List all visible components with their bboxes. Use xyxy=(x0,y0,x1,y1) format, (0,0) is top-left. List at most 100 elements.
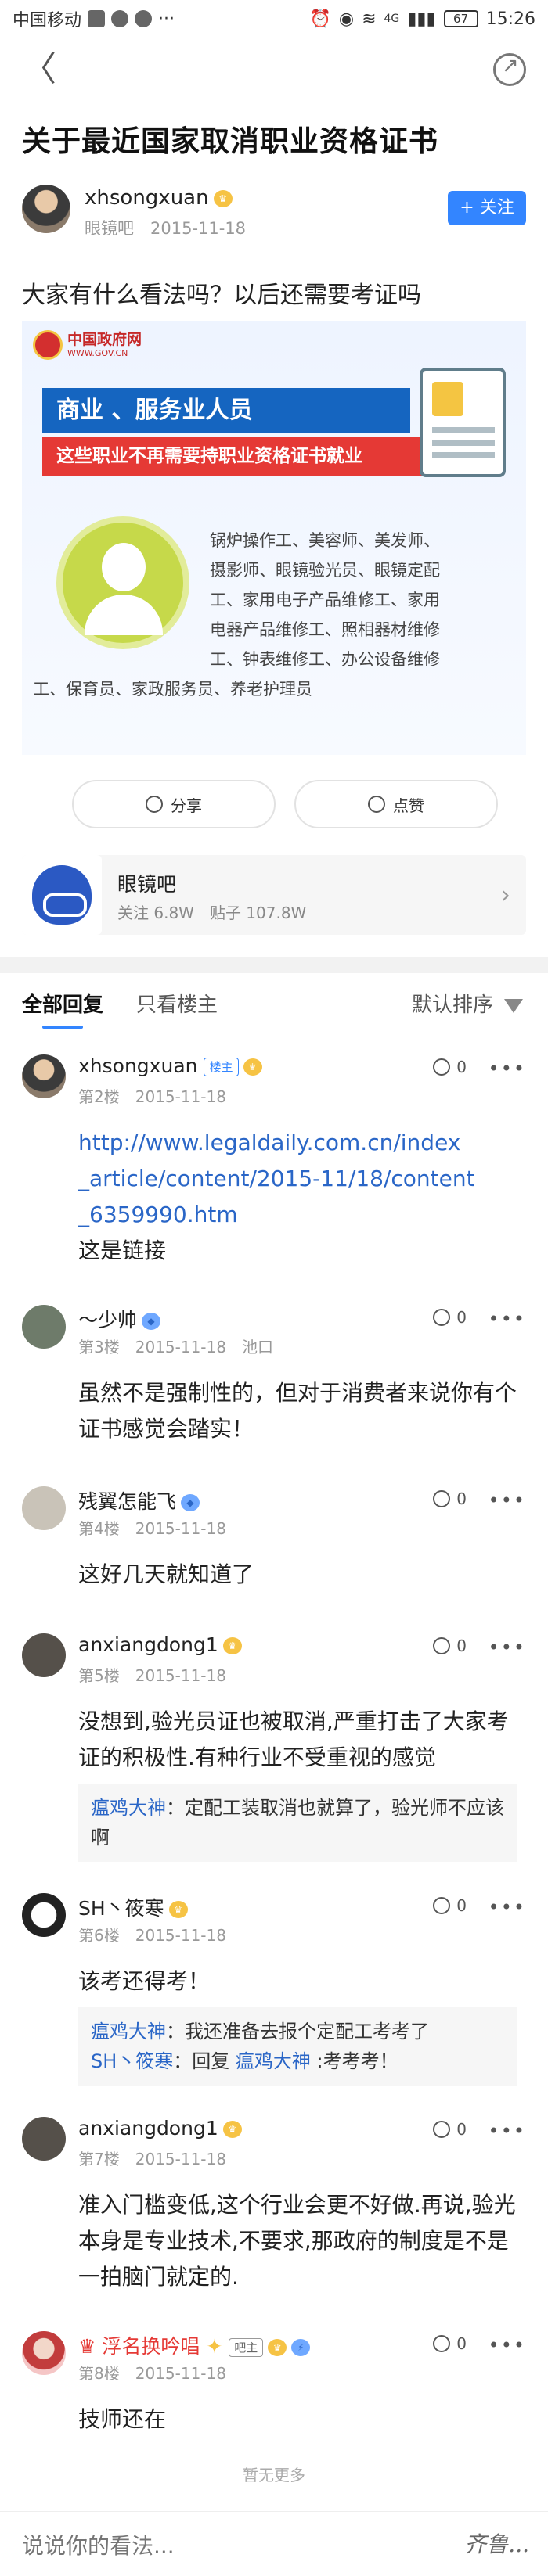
reply-author[interactable]: SH丶筱寒 ♛ xyxy=(78,1893,188,1921)
more-icon[interactable]: ••• xyxy=(489,1896,526,1918)
reply-text: 没想到,验光员证也被取消,严重打击了大家考证的积极性.有种行业不受重视的感觉 xyxy=(78,1708,509,1770)
like-icon xyxy=(433,2121,451,2138)
gov-logo: 中国政府网 WWW.GOV.CN xyxy=(33,330,142,360)
sub-reply-user[interactable]: SH丶筱寒 xyxy=(91,2050,173,2072)
forum-card[interactable]: 眼镜吧 关注 6.8W 贴子 107.8W › xyxy=(22,855,526,935)
more-icon[interactable]: ••• xyxy=(489,1308,526,1330)
avatar[interactable] xyxy=(22,1893,66,1937)
tab-op-only[interactable]: 只看楼主 xyxy=(136,989,218,1018)
reply-text: 技师还在 xyxy=(78,2406,167,2432)
status-bar: 中国移动 ··· ⏰ ◉ ≋ 4G ▮▮▮ 67 15:26 xyxy=(0,0,548,38)
level-badge-icon: ◆ xyxy=(142,1313,161,1330)
more-icon[interactable]: ••• xyxy=(489,1636,526,1658)
like-icon xyxy=(433,2335,451,2352)
sub-reply[interactable]: 瘟鸡大神：我还准备去报个定配工考考了 xyxy=(91,2017,504,2046)
clock: 15:26 xyxy=(485,9,535,29)
app-icon xyxy=(135,10,153,27)
reply-like-button[interactable]: 0 xyxy=(433,1058,467,1076)
reply-author[interactable]: xhsongxuan 楼主 ♛ xyxy=(78,1054,262,1077)
post-author: xhsongxuan ♛ 眼镜吧 2015-11-18 + 关注 xyxy=(22,185,526,241)
sub-reply-list[interactable]: 瘟鸡大神：我还准备去报个定配工考考了 SH丶筱寒：回复 瘟鸡大神 :考考考！ xyxy=(78,2007,517,2086)
avatar[interactable] xyxy=(22,1305,66,1349)
sparkle-icon: ✦ xyxy=(206,2335,223,2358)
reply-meta: 第6楼 2015-11-18 xyxy=(78,1926,226,1945)
moderator-tag: 吧主 xyxy=(229,2338,264,2357)
avatar[interactable] xyxy=(22,1486,66,1530)
more-icon[interactable]: ••• xyxy=(489,1058,526,1080)
avatar[interactable] xyxy=(22,1054,66,1098)
like-icon xyxy=(433,1637,451,1654)
more-icon[interactable]: ••• xyxy=(489,2120,526,2142)
reply-like-button[interactable]: 0 xyxy=(433,1489,467,1508)
back-icon[interactable]: 〈 xyxy=(22,52,56,87)
comment-input[interactable] xyxy=(22,2526,429,2565)
vip-badge-icon: ⚡ xyxy=(291,2339,311,2356)
sort-dropdown[interactable]: 默认排序 xyxy=(412,989,523,1018)
sub-reply-user[interactable]: 瘟鸡大神 xyxy=(91,2021,166,2042)
like-button[interactable]: 点赞 xyxy=(294,780,498,828)
reply-like-button[interactable]: 0 xyxy=(433,1636,467,1655)
reply-like-button[interactable]: 0 xyxy=(433,1896,467,1915)
bottom-bar: 齐鲁... xyxy=(0,2511,548,2576)
reply-like-button[interactable]: 0 xyxy=(433,2334,467,2353)
post-text: 大家有什么看法吗？以后还需要考证吗 xyxy=(22,282,421,309)
like-icon xyxy=(433,1309,451,1326)
reply-author[interactable]: anxiangdong1 ♛ xyxy=(78,2117,242,2139)
message-icon xyxy=(111,10,129,27)
share-button[interactable]: 分享 xyxy=(72,780,276,828)
reply-tabs: 全部回复 只看楼主 默认排序 xyxy=(0,973,548,1037)
level-badge-icon: ♛ xyxy=(268,2339,287,2356)
reply-meta: 第3楼 2015-11-18 池口 xyxy=(78,1338,273,1356)
avatar[interactable] xyxy=(22,1633,66,1677)
avatar[interactable] xyxy=(22,2117,66,2161)
share-icon xyxy=(146,796,163,813)
certificate-icon xyxy=(420,368,506,477)
gov-site-name: 中国政府网 xyxy=(67,331,142,349)
carrier-label: 中国移动 xyxy=(13,11,82,31)
like-icon xyxy=(433,1490,451,1507)
avatar[interactable] xyxy=(22,2331,66,2375)
chevron-right-icon: › xyxy=(501,882,510,909)
banner-headline: 商业 、服务业人员 xyxy=(42,388,410,433)
avatar[interactable] xyxy=(22,185,70,233)
more-icon[interactable]: ••• xyxy=(489,2334,526,2356)
level-badge-icon: ♛ xyxy=(222,1637,242,1654)
filter-icon xyxy=(504,998,523,1013)
wifi-icon: ≋ xyxy=(362,9,377,29)
like-icon xyxy=(433,1897,451,1914)
gov-site-url: WWW.GOV.CN xyxy=(67,347,128,358)
reply-author[interactable]: ♛ 浮名换吟唱 ✦ 吧主 ♛ ⚡ xyxy=(78,2331,311,2359)
reply-author[interactable]: 残翼怎能飞 ◆ xyxy=(78,1486,200,1514)
reply-author[interactable]: anxiangdong1 ♛ xyxy=(78,1633,242,1656)
paw-icon xyxy=(32,865,92,925)
crown-icon: ♛ xyxy=(78,2335,96,2358)
share-icon[interactable] xyxy=(493,53,526,86)
more-icon[interactable]: ••• xyxy=(489,1489,526,1511)
sub-reply[interactable]: 瘟鸡大神：定配工装取消也就算了，验光师不应该啊 xyxy=(78,1784,517,1862)
sub-reply[interactable]: SH丶筱寒：回复 瘟鸡大神 :考考考！ xyxy=(91,2046,504,2076)
sub-reply-user[interactable]: 瘟鸡大神 xyxy=(91,1797,166,1819)
network-label: 4G xyxy=(384,13,400,25)
level-badge-icon: ♛ xyxy=(243,1058,262,1076)
nav-bar: 〈 xyxy=(0,38,548,102)
tab-all-replies[interactable]: 全部回复 xyxy=(22,989,103,1029)
level-badge-icon: ♛ xyxy=(213,189,233,207)
reply-meta: 第8楼 2015-11-18 xyxy=(78,2364,226,2383)
banner-jobs-list: 锅炉操作工、美容师、美发师、 摄影师、眼镜验光员、眼镜定配 工、家用电子产品维修… xyxy=(33,531,440,699)
banner-subheadline: 这些职业不再需要持职业资格证书就业 xyxy=(42,437,465,476)
reply-link[interactable]: http://www.legaldaily.com.cn/index _arti… xyxy=(78,1125,517,1233)
reply-item: xhsongxuan 楼主 ♛ 第2楼 2015-11-18 0 ••• http:… xyxy=(0,1054,548,1263)
reply-meta: 第5楼 2015-11-18 xyxy=(78,1666,226,1685)
reply-author[interactable]: ～少帅 ◆ xyxy=(78,1305,161,1333)
reply-text: 准入门槛变低,这个行业会更不好做.再说,验光本身是专业技术,不要求,那政府的制度… xyxy=(78,2192,516,2290)
author-name[interactable]: xhsongxuan ♛ xyxy=(85,186,233,210)
sub-reply-text: ：我还准备去报个定配工考考了 xyxy=(166,2021,429,2042)
reply-like-button[interactable]: 0 xyxy=(433,2120,467,2139)
forum-stats: 关注 6.8W 贴子 107.8W xyxy=(117,904,307,922)
follow-button[interactable]: + 关注 xyxy=(448,191,526,225)
eye-icon: ◉ xyxy=(338,9,355,29)
sub-reply-mention[interactable]: 瘟鸡大神 xyxy=(236,2050,311,2072)
reply-like-button[interactable]: 0 xyxy=(433,1308,467,1327)
reply-text: 这是链接 xyxy=(78,1238,167,1263)
post-image[interactable]: 中国政府网 WWW.GOV.CN 商业 、服务业人员 这些职业不再需要持职业资格… xyxy=(22,321,526,755)
